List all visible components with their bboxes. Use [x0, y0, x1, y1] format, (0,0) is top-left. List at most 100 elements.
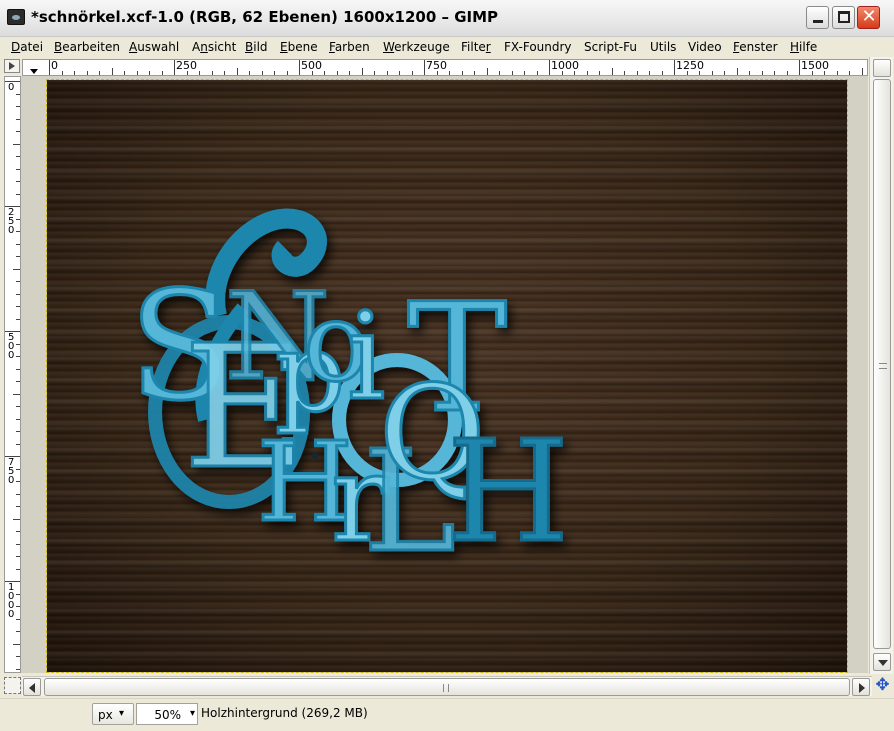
ruler-tick — [16, 156, 20, 157]
ruler-tick — [349, 71, 350, 75]
ruler-label: 1000 — [8, 582, 15, 620]
menu-item-script-fu[interactable]: Script-Fu — [584, 40, 637, 54]
ruler-tick — [13, 393, 20, 395]
ruler-tick — [861, 68, 863, 75]
ruler-tick — [324, 71, 325, 75]
ruler-tick — [836, 71, 838, 75]
menu-item-hilfe[interactable]: Hilfe — [790, 40, 817, 54]
vertical-scroll-thumb[interactable] — [873, 79, 891, 649]
scroll-right-button[interactable] — [852, 678, 870, 696]
ruler-tick — [524, 71, 525, 75]
ruler-tick — [16, 543, 20, 545]
ruler-tick — [736, 68, 738, 75]
maximize-icon — [838, 11, 850, 23]
ruler-tick — [16, 606, 20, 607]
menu-item-ansicht[interactable]: Ansicht — [192, 40, 236, 54]
ruler-tick — [361, 68, 363, 75]
ruler-label: 250 — [176, 59, 197, 72]
ruler-tick — [16, 568, 20, 570]
dot — [312, 453, 318, 459]
vertical-scrollbar[interactable] — [869, 57, 893, 674]
horizontal-scrollbar[interactable] — [22, 676, 872, 696]
ruler-tick — [236, 68, 238, 75]
menu-item-ebene[interactable]: Ebene — [280, 40, 318, 54]
ruler-tick — [486, 68, 488, 75]
ruler-tick — [474, 71, 475, 75]
zoom-value: 50% — [154, 708, 181, 722]
scroll-left-button[interactable] — [23, 678, 41, 696]
ruler-tick — [586, 71, 588, 75]
grip-icon — [443, 684, 449, 692]
zoom-image-button[interactable] — [873, 59, 891, 77]
ruler-tick — [16, 443, 20, 445]
menu-bar: Datei Bearbeiten Auswahl Ansicht Bild Ebene Fa… — [0, 37, 894, 57]
gimp-app-icon[interactable] — [7, 9, 25, 25]
ruler-tick — [16, 306, 20, 307]
maximize-button[interactable] — [832, 6, 855, 29]
menu-item-fx-foundry[interactable]: FX-Foundry — [504, 40, 572, 54]
ruler-tick — [16, 281, 20, 282]
ruler-tick — [386, 71, 388, 75]
close-icon: ✕ — [861, 6, 877, 27]
ruler-tick — [16, 93, 20, 95]
image-canvas[interactable]: S E N p o i T H r L Q H — [46, 79, 848, 673]
letter-h-right: H — [447, 411, 569, 574]
ruler-tick — [786, 71, 788, 75]
status-bar: px ▾ 50% ▾ Holzhintergrund (269,2 MB) — [0, 698, 894, 731]
menu-item-bearbeiten[interactable]: Bearbeiten — [54, 40, 120, 54]
ruler-tick — [536, 71, 538, 75]
zoom-selector[interactable]: 50% ▾ — [136, 703, 198, 725]
navigate-icon[interactable]: ✥ — [873, 676, 892, 695]
menu-item-utils[interactable]: Utils — [650, 40, 676, 54]
lettering-artwork: S E N p o i T H r L Q H — [128, 208, 571, 586]
chevron-down-icon: ▾ — [119, 708, 125, 719]
ruler-tick — [449, 71, 450, 75]
quick-mask-toggle[interactable] — [4, 677, 21, 694]
menu-item-bild[interactable]: Bild — [245, 40, 268, 54]
ruler-tick — [661, 71, 663, 75]
horizontal-ruler[interactable]: 0 250 500 750 1000 1250 1500 — [22, 59, 868, 76]
ruler-tick — [16, 593, 20, 595]
ruler-tick — [461, 71, 463, 75]
ruler-tick — [16, 293, 20, 295]
ruler-pointer-marker — [30, 69, 38, 74]
ruler-tick — [124, 71, 125, 75]
unit-selector[interactable]: px ▾ — [92, 703, 134, 725]
ruler-label: 1000 — [551, 59, 579, 72]
canvas-area[interactable]: S E N p o i T H r L Q H — [21, 76, 868, 673]
title-bar[interactable]: *schnörkel.xcf-1.0 (RGB, 62 Ebenen) 1600… — [0, 0, 894, 37]
ruler-tick — [16, 618, 20, 620]
arrow-down-icon — [878, 660, 888, 666]
menu-item-auswahl[interactable]: Auswahl — [129, 40, 179, 54]
menu-arrow-button[interactable] — [4, 59, 20, 73]
ruler-label: 500 — [8, 332, 15, 361]
ruler-tick — [286, 71, 288, 75]
horizontal-scroll-thumb[interactable] — [44, 678, 850, 696]
layer-status-text: Holzhintergrund (269,2 MB) — [201, 706, 368, 720]
ruler-tick — [16, 343, 20, 345]
ruler-tick — [374, 71, 375, 75]
ruler-tick — [674, 60, 675, 75]
ruler-tick — [16, 631, 20, 632]
arrow-left-icon — [29, 683, 35, 693]
menu-item-werkzeuge[interactable]: Werkzeuge — [383, 40, 450, 54]
ruler-tick — [16, 368, 20, 370]
ruler-tick — [16, 106, 20, 107]
ruler-tick — [624, 71, 625, 75]
menu-item-datei[interactable]: Datei — [11, 40, 43, 54]
menu-item-farben[interactable]: Farben — [329, 40, 370, 54]
menu-item-filter[interactable]: Filter — [461, 40, 491, 54]
minimize-button[interactable] — [806, 6, 829, 29]
scroll-down-button[interactable] — [873, 653, 891, 671]
ruler-tick — [174, 60, 175, 75]
arrow-right-icon — [859, 683, 865, 693]
menu-item-fenster[interactable]: Fenster — [733, 40, 778, 54]
ruler-tick — [511, 71, 513, 75]
ruler-tick — [149, 71, 150, 75]
ruler-label: 0 — [8, 82, 15, 93]
ruler-tick — [16, 381, 20, 382]
vertical-ruler[interactable]: 0 250 500 750 1000 — [4, 76, 21, 673]
ruler-tick — [799, 60, 800, 75]
menu-item-video[interactable]: Video — [688, 40, 722, 54]
close-button[interactable]: ✕ — [857, 6, 880, 29]
